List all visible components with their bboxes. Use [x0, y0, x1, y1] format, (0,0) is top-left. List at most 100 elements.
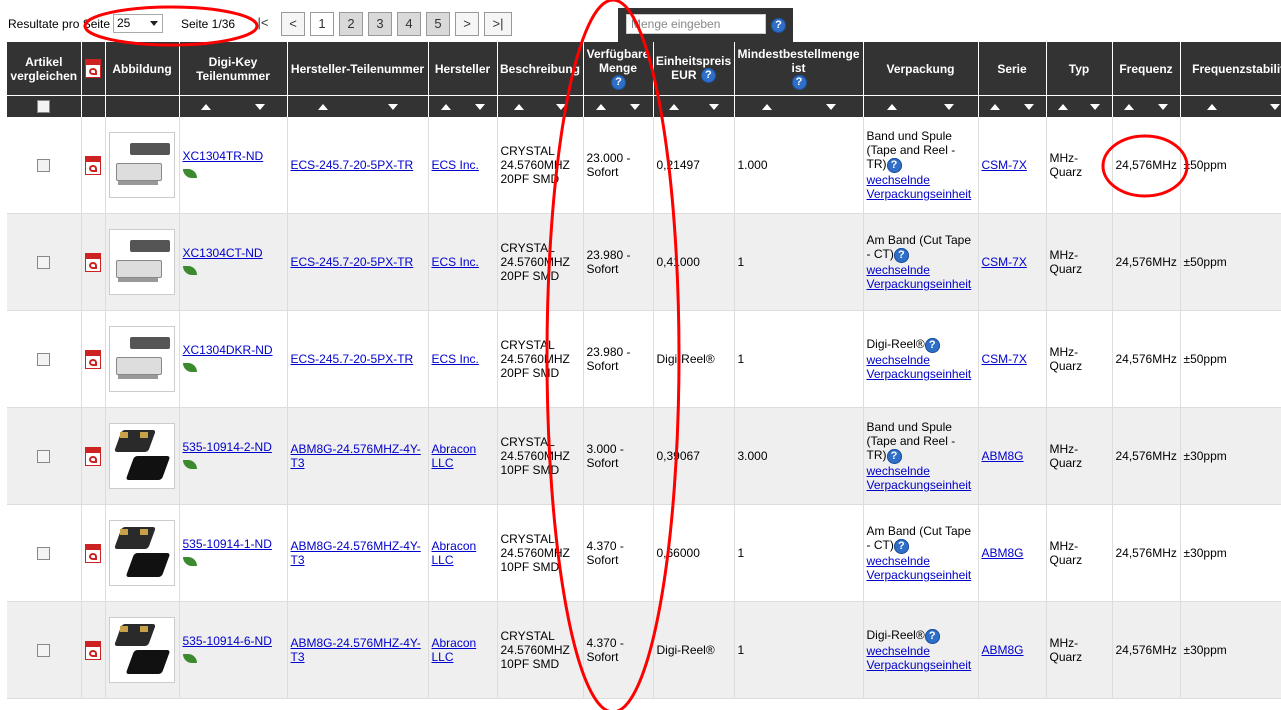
help-icon[interactable]: ? [924, 628, 940, 644]
sort-asc-icon[interactable] [513, 103, 524, 110]
manufacturer-link[interactable]: ECS Inc. [432, 352, 479, 366]
select-all-checkbox[interactable] [37, 100, 51, 113]
page-3-button[interactable]: 3 [368, 12, 392, 36]
manufacturer-link[interactable]: Abracon LLC [432, 636, 477, 664]
pdf-icon[interactable] [85, 252, 101, 272]
compare-checkbox[interactable] [37, 643, 51, 657]
sort-desc-icon[interactable] [1157, 103, 1168, 110]
manufacturer-link[interactable]: Abracon LLC [432, 442, 477, 470]
page-5-button[interactable]: 5 [426, 12, 450, 36]
quantity-input[interactable]: Menge eingeben [626, 14, 766, 34]
help-icon[interactable]: ? [886, 448, 902, 464]
packaging-link[interactable]: wechselnde Verpackungseinheit [867, 464, 972, 492]
col-price[interactable]: Einheitspreis EUR ? [653, 42, 735, 96]
digikey-part-link[interactable]: 535-10914-2-ND [183, 440, 284, 454]
digikey-part-link[interactable]: 535-10914-6-ND [183, 634, 284, 648]
col-pack[interactable]: Verpackung [863, 42, 979, 96]
digikey-part-link[interactable]: 535-10914-1-ND [183, 537, 284, 551]
mfr-part-link[interactable]: ABM8G-24.576MHZ-4Y-T3 [291, 442, 421, 470]
help-icon[interactable]: ? [893, 538, 909, 554]
series-link[interactable]: CSM-7X [982, 255, 1027, 269]
sort-desc-icon[interactable] [944, 103, 954, 110]
col-freq[interactable]: Frequenz [1112, 42, 1181, 96]
col-series[interactable]: Serie [978, 42, 1047, 96]
sort-desc-icon[interactable] [1023, 103, 1034, 110]
compare-checkbox[interactable] [37, 158, 51, 172]
col-mfr[interactable]: Hersteller [428, 42, 498, 96]
help-icon[interactable]: ? [771, 18, 786, 33]
col-minqty[interactable]: Mindestbestellmenge ist? [734, 42, 864, 96]
pdf-icon[interactable] [85, 446, 101, 466]
sort-desc-icon[interactable] [825, 103, 836, 110]
manufacturer-link[interactable]: ECS Inc. [432, 255, 479, 269]
compare-checkbox[interactable] [37, 449, 51, 463]
col-type[interactable]: Typ [1046, 42, 1113, 96]
sort-desc-icon[interactable] [556, 103, 567, 110]
mfr-part-link[interactable]: ABM8G-24.576MHZ-4Y-T3 [291, 539, 421, 567]
manufacturer-link[interactable]: Abracon LLC [432, 539, 477, 567]
sort-asc-icon[interactable] [990, 103, 1001, 110]
page-4-button[interactable]: 4 [397, 12, 421, 36]
series-link[interactable]: ABM8G [982, 546, 1024, 560]
product-image[interactable] [109, 326, 175, 392]
packaging-link[interactable]: wechselnde Verpackungseinheit [867, 173, 972, 201]
sort-asc-icon[interactable] [595, 103, 606, 110]
pdf-icon[interactable] [85, 640, 101, 660]
sort-asc-icon[interactable] [440, 103, 451, 110]
prev-page-button[interactable]: < [281, 12, 305, 36]
sort-desc-icon[interactable] [387, 103, 398, 110]
sort-asc-icon[interactable] [1124, 103, 1135, 110]
pdf-icon[interactable] [85, 349, 101, 369]
col-mfr-pn[interactable]: Hersteller-Teilenummer [287, 42, 429, 96]
manufacturer-link[interactable]: ECS Inc. [432, 158, 479, 172]
results-per-page-select[interactable]: 25 [113, 14, 163, 33]
sort-asc-icon[interactable] [317, 103, 328, 110]
pdf-icon[interactable] [85, 155, 101, 175]
col-desc[interactable]: Beschreibung [497, 42, 584, 96]
col-stab[interactable]: Frequenzstabilität [1180, 42, 1281, 96]
sort-desc-icon[interactable] [474, 103, 485, 110]
sort-desc-icon[interactable] [254, 103, 265, 110]
product-image[interactable] [109, 423, 175, 489]
help-icon[interactable]: ? [700, 68, 716, 84]
product-image[interactable] [109, 520, 175, 586]
series-link[interactable]: CSM-7X [982, 158, 1027, 172]
series-link[interactable]: ABM8G [982, 449, 1024, 463]
series-link[interactable]: CSM-7X [982, 352, 1027, 366]
first-page-button[interactable]: |< [251, 12, 275, 36]
compare-checkbox[interactable] [37, 352, 51, 366]
compare-checkbox[interactable] [37, 255, 51, 269]
digikey-part-link[interactable]: XC1304DKR-ND [183, 343, 284, 357]
series-link[interactable]: ABM8G [982, 643, 1024, 657]
sort-asc-icon[interactable] [1207, 103, 1217, 110]
last-page-button[interactable]: >| [484, 12, 512, 36]
product-image[interactable] [109, 229, 175, 295]
compare-checkbox[interactable] [37, 546, 51, 560]
help-icon[interactable]: ? [924, 337, 940, 353]
help-icon[interactable]: ? [893, 247, 909, 263]
col-digikey[interactable]: Digi-Key Teilenummer [179, 42, 288, 96]
sort-desc-icon[interactable] [1270, 103, 1280, 110]
sort-desc-icon[interactable] [630, 103, 641, 110]
mfr-part-link[interactable]: ECS-245.7-20-5PX-TR [291, 352, 414, 366]
mfr-part-link[interactable]: ECS-245.7-20-5PX-TR [291, 158, 414, 172]
mfr-part-link[interactable]: ECS-245.7-20-5PX-TR [291, 255, 414, 269]
pdf-icon[interactable] [85, 543, 101, 563]
help-icon[interactable]: ? [886, 157, 902, 173]
mfr-part-link[interactable]: ABM8G-24.576MHZ-4Y-T3 [291, 636, 421, 664]
product-image[interactable] [109, 617, 175, 683]
product-image[interactable] [109, 132, 175, 198]
next-page-button[interactable]: > [455, 12, 479, 36]
digikey-part-link[interactable]: XC1304CT-ND [183, 246, 284, 260]
digikey-part-link[interactable]: XC1304TR-ND [183, 149, 284, 163]
packaging-link[interactable]: wechselnde Verpackungseinheit [867, 644, 972, 672]
col-avail[interactable]: Verfügbare Menge? [583, 42, 654, 96]
sort-desc-icon[interactable] [1090, 103, 1101, 110]
help-icon[interactable]: ? [611, 75, 626, 91]
packaging-link[interactable]: wechselnde Verpackungseinheit [867, 263, 972, 291]
sort-asc-icon[interactable] [761, 103, 772, 110]
sort-asc-icon[interactable] [887, 103, 897, 110]
sort-asc-icon[interactable] [1057, 103, 1068, 110]
sort-asc-icon[interactable] [668, 103, 679, 110]
page-2-button[interactable]: 2 [339, 12, 363, 36]
